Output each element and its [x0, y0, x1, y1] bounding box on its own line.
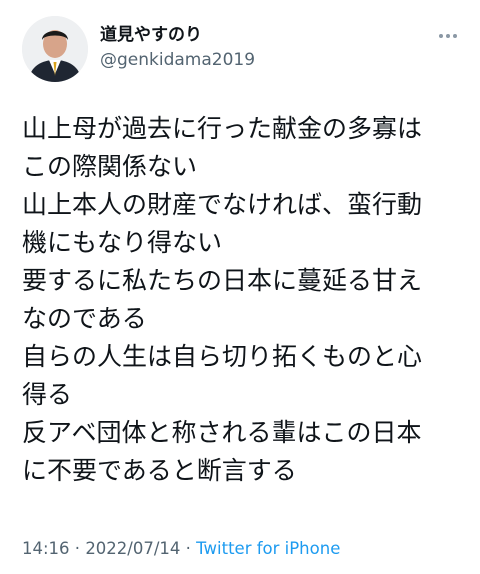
more-dots-icon[interactable] — [434, 26, 462, 46]
tweet-line: なのである — [22, 304, 147, 333]
tweet-header: 道見やすのり @genkidama2019 — [22, 16, 462, 84]
tweet-line: 山上母が過去に行った献金の多寡は — [22, 114, 423, 143]
tweet-line: 自らの人生は自ら切り拓くものと心 — [22, 342, 423, 371]
tweet-time[interactable]: 14:16 — [22, 539, 70, 558]
user-handle[interactable]: @genkidama2019 — [100, 49, 255, 71]
tweet-line: に不要であると断言する — [22, 456, 297, 485]
display-name[interactable]: 道見やすのり — [100, 24, 255, 46]
avatar-portrait — [22, 16, 88, 82]
tweet-line: 要するに私たちの日本に蔓延る甘え — [22, 266, 423, 295]
meta-separator: · — [69, 539, 86, 558]
tweet-date[interactable]: 2022/07/14 — [85, 539, 180, 558]
tweet-meta: 14:16 · 2022/07/14 · Twitter for iPhone — [22, 538, 340, 560]
tweet-line: 反アベ団体と称される輩はこの日本 — [22, 418, 422, 447]
avatar[interactable] — [22, 16, 88, 82]
tweet-text: 山上母が過去に行った献金の多寡は この際関係ない 山上本人の財産でなければ、蛮行… — [22, 110, 462, 490]
tweet-line: 山上本人の財産でなければ、蛮行動 — [22, 190, 423, 219]
tweet-source-link[interactable]: Twitter for iPhone — [196, 539, 340, 558]
tweet-line: この際関係ない — [22, 152, 198, 181]
author-info: 道見やすのり @genkidama2019 — [100, 24, 255, 71]
tweet-line: 得る — [22, 380, 73, 409]
tweet-card: 道見やすのり @genkidama2019 山上母が過去に行った献金の多寡は こ… — [0, 0, 480, 574]
meta-separator: · — [180, 539, 197, 558]
tweet-line: 機にもなり得ない — [22, 228, 223, 257]
